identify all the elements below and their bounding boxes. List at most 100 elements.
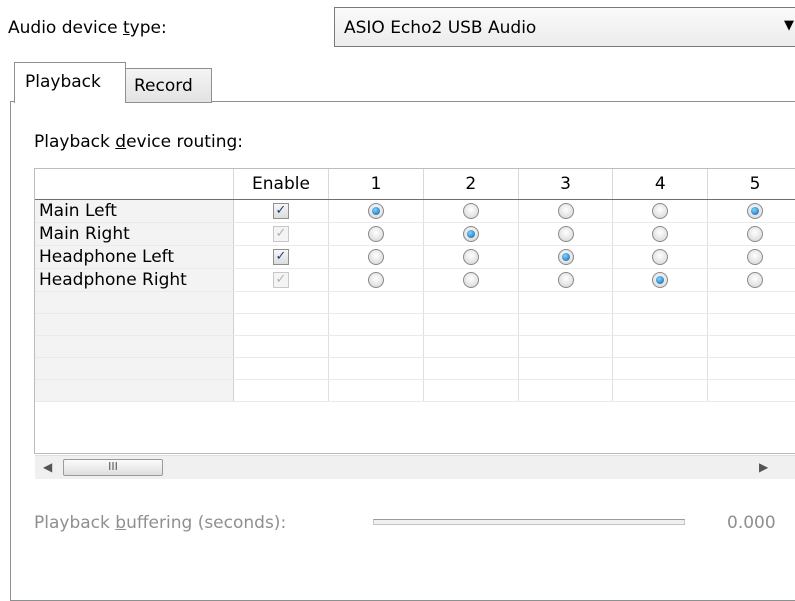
output-cell bbox=[328, 268, 424, 292]
dropdown-arrow-icon[interactable]: ▼ bbox=[784, 18, 794, 33]
empty-row bbox=[35, 335, 795, 358]
empty-cell bbox=[423, 357, 519, 380]
empty-cell bbox=[612, 357, 709, 380]
empty-cell bbox=[518, 291, 614, 314]
routing-row: Main Right ✓ bbox=[35, 222, 795, 246]
output-5-radio[interactable] bbox=[747, 202, 764, 219]
empty-row bbox=[35, 357, 795, 380]
output-2-radio[interactable] bbox=[462, 248, 479, 265]
empty-row bbox=[35, 379, 795, 402]
empty-cell bbox=[612, 335, 709, 358]
audio-device-type-dropdown[interactable]: ASIO Echo2 USB Audio ▼ bbox=[334, 7, 795, 47]
column-header-enable: Enable bbox=[233, 169, 330, 200]
enable-cell: ✓ bbox=[233, 245, 330, 269]
buffer-label-text: Playback bbox=[34, 513, 116, 533]
output-cell bbox=[707, 199, 795, 223]
empty-cell bbox=[423, 313, 519, 336]
empty-cell bbox=[35, 357, 234, 380]
scroll-thumb-grip: III bbox=[108, 460, 118, 473]
output-cell bbox=[423, 199, 519, 223]
header-blank-cell bbox=[35, 169, 234, 200]
horizontal-scrollbar[interactable]: ◀ III ▶ bbox=[35, 455, 795, 479]
column-header-output-2: 2 bbox=[423, 169, 519, 200]
enable-cell: ✓ bbox=[233, 199, 330, 223]
tab-playback-label: Playback bbox=[25, 72, 101, 92]
scroll-left-arrow-icon[interactable]: ◀ bbox=[43, 460, 52, 474]
empty-cell bbox=[423, 335, 519, 358]
output-1-radio[interactable] bbox=[368, 202, 385, 219]
routing-label-mnemonic: d bbox=[115, 132, 127, 152]
empty-cell bbox=[518, 357, 614, 380]
empty-cell bbox=[328, 335, 424, 358]
column-header-output-3: 3 bbox=[518, 169, 614, 200]
empty-cell bbox=[612, 313, 709, 336]
output-3-radio[interactable] bbox=[557, 202, 574, 219]
tab-record[interactable]: Record bbox=[125, 68, 212, 103]
output-4-radio[interactable] bbox=[652, 271, 669, 288]
output-3-radio[interactable] bbox=[557, 271, 574, 288]
routing-grid[interactable]: Enable 1 2 3 4 5 Main Left ✓ Main Right ✓ Headpho… bbox=[34, 168, 795, 454]
output-3-radio[interactable] bbox=[557, 225, 574, 242]
scroll-right-arrow-icon[interactable]: ▶ bbox=[759, 460, 768, 474]
output-5-radio[interactable] bbox=[747, 225, 764, 242]
output-cell bbox=[518, 222, 614, 246]
empty-cell bbox=[233, 335, 330, 358]
playback-buffering-slider[interactable] bbox=[373, 519, 685, 525]
enable-cell: ✓ bbox=[233, 222, 330, 246]
output-2-radio[interactable] bbox=[462, 271, 479, 288]
output-5-radio[interactable] bbox=[747, 248, 764, 265]
routing-table: Enable 1 2 3 4 5 Main Left ✓ Main Right ✓ Headpho… bbox=[35, 169, 795, 402]
output-cell bbox=[328, 222, 424, 246]
output-5-radio[interactable] bbox=[747, 271, 764, 288]
output-cell bbox=[707, 222, 795, 246]
enable-checkbox[interactable]: ✓ bbox=[272, 225, 289, 242]
output-1-radio[interactable] bbox=[368, 225, 385, 242]
enable-cell: ✓ bbox=[233, 268, 330, 292]
column-header-output-5: 5 bbox=[707, 169, 795, 200]
output-cell bbox=[707, 268, 795, 292]
output-4-radio[interactable] bbox=[652, 225, 669, 242]
output-3-radio[interactable] bbox=[557, 248, 574, 265]
empty-cell bbox=[612, 291, 709, 314]
enable-checkbox[interactable]: ✓ bbox=[272, 271, 289, 288]
output-cell bbox=[423, 222, 519, 246]
output-4-radio[interactable] bbox=[652, 248, 669, 265]
empty-cell bbox=[707, 313, 795, 336]
routing-row-name: Main Right bbox=[35, 222, 234, 246]
empty-cell bbox=[328, 291, 424, 314]
output-cell bbox=[707, 245, 795, 269]
output-cell bbox=[612, 222, 709, 246]
output-cell bbox=[518, 268, 614, 292]
empty-cell bbox=[612, 379, 709, 402]
buffer-label-mnemonic: b bbox=[115, 513, 127, 533]
playback-device-routing-label: Playback device routing: bbox=[34, 132, 243, 152]
empty-cell bbox=[233, 313, 330, 336]
output-cell bbox=[612, 245, 709, 269]
output-cell bbox=[518, 199, 614, 223]
empty-cell bbox=[707, 379, 795, 402]
empty-cell bbox=[328, 313, 424, 336]
tab-playback[interactable]: Playback bbox=[14, 62, 126, 103]
output-2-radio[interactable] bbox=[462, 202, 479, 219]
output-2-radio[interactable] bbox=[462, 225, 479, 242]
output-cell bbox=[612, 199, 709, 223]
enable-checkbox[interactable]: ✓ bbox=[272, 248, 289, 265]
output-1-radio[interactable] bbox=[368, 248, 385, 265]
audio-device-type-label: Audio device type: bbox=[8, 18, 167, 38]
selected-device: ASIO Echo2 USB Audio bbox=[344, 18, 537, 38]
device-label-mnemonic: t bbox=[122, 18, 130, 38]
empty-cell bbox=[35, 291, 234, 314]
routing-label-text: Playback bbox=[34, 132, 116, 152]
empty-cell bbox=[328, 357, 424, 380]
empty-cell bbox=[707, 357, 795, 380]
scroll-thumb[interactable]: III bbox=[63, 459, 163, 476]
output-cell bbox=[518, 245, 614, 269]
output-1-radio[interactable] bbox=[368, 271, 385, 288]
routing-label-text-end: evice routing: bbox=[126, 132, 243, 152]
output-4-radio[interactable] bbox=[652, 202, 669, 219]
playback-buffering-value: 0.000 bbox=[727, 513, 776, 533]
empty-cell bbox=[423, 291, 519, 314]
enable-checkbox[interactable]: ✓ bbox=[272, 202, 289, 219]
column-header-output-1: 1 bbox=[328, 169, 424, 200]
empty-cell bbox=[233, 379, 330, 402]
